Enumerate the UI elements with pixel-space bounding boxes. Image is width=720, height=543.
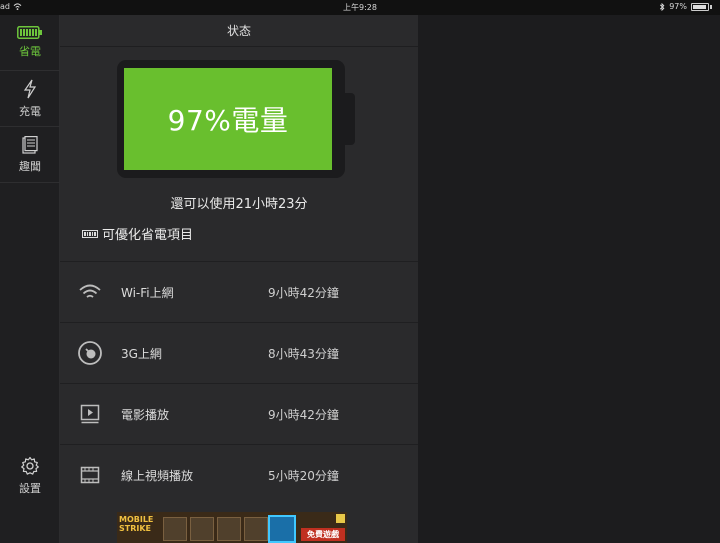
usage-time: 5小時20分鐘	[268, 468, 339, 483]
usage-row-online-video[interactable]: 線上視頻播放 5小時20分鐘	[60, 444, 418, 505]
sidebar-item-charge[interactable]: 充電	[0, 71, 60, 127]
battery-graphic: 97%電量	[117, 60, 355, 178]
sidebar-item-label: 趣聞	[19, 159, 41, 173]
status-panel: 状态 97%電量 還可以使用21小時23分 可優化省電項目 Wi-Fi上網 9小…	[60, 15, 418, 543]
mini-battery-icon	[82, 229, 98, 238]
film-strip-icon	[77, 462, 103, 488]
sidebar-item-label: 省電	[19, 45, 41, 58]
bluetooth-icon	[660, 2, 665, 11]
ad-weapon-slot	[244, 517, 268, 541]
optimize-label: 可優化省電項目	[102, 228, 194, 243]
usage-name: Wi-Fi上網	[121, 285, 174, 300]
status-battery-icon	[691, 2, 709, 11]
usage-row-wifi[interactable]: Wi-Fi上網 9小時42分鐘	[60, 261, 418, 322]
lightning-icon	[23, 79, 37, 98]
movie-icon	[77, 401, 103, 427]
usage-name: 3G上網	[121, 346, 162, 361]
battery-fill: 97%電量	[124, 68, 332, 170]
cellular-icon	[77, 340, 103, 366]
gear-icon	[21, 456, 39, 475]
remaining-time: 還可以使用21小時23分	[170, 197, 308, 212]
battery-body: 97%電量	[117, 60, 345, 178]
sidebar-item-save-power[interactable]: 省電	[0, 15, 60, 71]
ad-banner[interactable]: MOBILE STRIKE 免費遊戲	[117, 512, 347, 543]
status-battery-nub	[710, 4, 712, 9]
usage-row-3g[interactable]: 3G上網 8小時43分鐘	[60, 322, 418, 383]
ad-weapon-selected	[268, 515, 296, 543]
ad-weapon-slot	[190, 517, 214, 541]
settings-label: 設置	[19, 482, 41, 495]
status-bar: ad 上午9:28 97%	[0, 0, 720, 15]
ad-cta-button[interactable]: 免費遊戲	[301, 528, 345, 541]
news-icon	[22, 135, 38, 154]
battery-nub	[343, 93, 355, 145]
wifi-icon	[77, 279, 103, 305]
usage-name: 電影播放	[121, 407, 170, 422]
battery-percent-label: 97%電量	[167, 104, 289, 137]
ad-brand: MOBILE STRIKE	[119, 515, 154, 533]
sidebar: 省電 充電 趣聞 設置	[0, 15, 60, 543]
sidebar-item-label: 充電	[19, 104, 41, 118]
usage-time: 8小時43分鐘	[268, 346, 339, 361]
usage-time: 9小時42分鐘	[268, 285, 339, 300]
optimize-items-link[interactable]: 可優化省電項目	[82, 224, 193, 243]
status-time: 上午9:28	[343, 3, 377, 12]
usage-row-movie[interactable]: 電影播放 9小時42分鐘	[60, 383, 418, 444]
battery-icon	[17, 26, 42, 39]
sidebar-item-news[interactable]: 趣聞	[0, 127, 60, 183]
status-battery-percent: 97%	[669, 2, 687, 11]
settings-button[interactable]: 設置	[0, 448, 60, 504]
panel-title: 状态	[60, 15, 418, 47]
usage-time: 9小時42分鐘	[268, 407, 339, 422]
usage-name: 線上視頻播放	[121, 468, 194, 483]
ad-weapon-slot	[217, 517, 241, 541]
ad-badge-icon	[336, 514, 345, 523]
detail-pane	[418, 15, 720, 543]
ad-weapon-slot	[163, 517, 187, 541]
